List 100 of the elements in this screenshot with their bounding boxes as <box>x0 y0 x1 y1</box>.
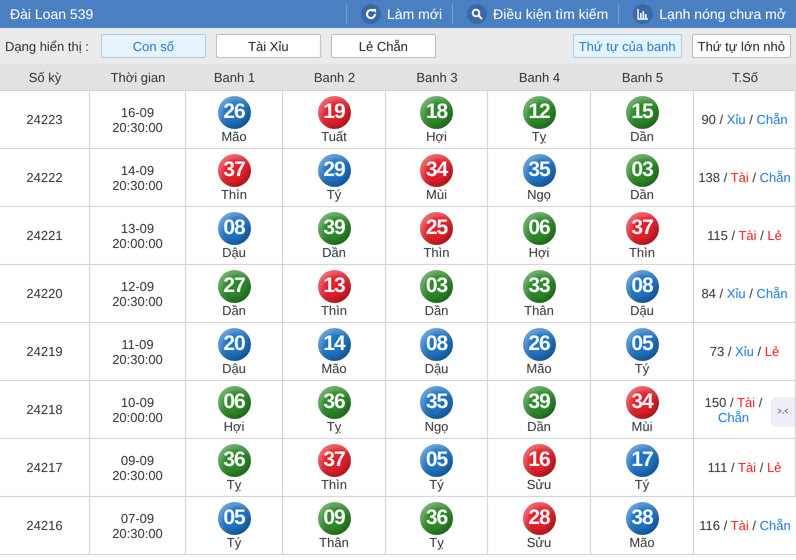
zodiac-label: Dần <box>630 186 654 202</box>
number-ball: 36 <box>318 386 350 418</box>
search-icon <box>471 8 484 20</box>
number-ball: 38 <box>626 502 658 534</box>
draw-date: 13-09 <box>120 220 154 236</box>
zodiac-label: Tý <box>226 534 242 550</box>
zodiac-label: Dậu <box>222 360 246 376</box>
zodiac-label: Dậu <box>424 360 448 376</box>
number-ball: 06 <box>522 212 556 244</box>
number-ball: 09 <box>318 502 350 534</box>
draw-date: 07-09 <box>120 510 154 526</box>
sort-order-button[interactable]: Thứ tự của banh <box>572 34 682 58</box>
total-summary: 115 / Tài / Lẻ <box>706 228 783 243</box>
number-ball: 39 <box>522 386 556 418</box>
sort-order-button[interactable]: Thứ tự lớn nhỏ <box>692 34 791 58</box>
zodiac-label: Dậu <box>630 302 654 318</box>
zodiac-label: Mão <box>321 360 347 376</box>
draw-date: 11-09 <box>121 336 154 352</box>
floating-widget[interactable] <box>771 397 795 427</box>
number-ball: 37 <box>218 154 250 186</box>
number-ball: 19 <box>318 96 350 128</box>
total-summary: 138 / Tài / Chẵn <box>697 170 792 185</box>
number-ball: 27 <box>218 270 250 302</box>
column-header: Số kỳ <box>0 64 90 91</box>
zodiac-label: Tuất <box>321 128 347 144</box>
number-ball: 17 <box>626 444 658 476</box>
zodiac-label: Thìn <box>628 244 655 260</box>
total-summary: 73 / Xỉu / Lẻ <box>708 344 780 359</box>
zodiac-label: Hợi <box>528 244 550 260</box>
zodiac-label: Tý <box>634 476 650 492</box>
total-summary: 84 / Xỉu / Chẵn <box>700 286 789 301</box>
draw-time: 20:00:00 <box>112 410 163 424</box>
display-mode-button[interactable]: Con số <box>100 34 206 58</box>
number-ball: 06 <box>218 386 250 418</box>
number-ball: 14 <box>318 328 350 360</box>
number-ball: 36 <box>218 444 250 476</box>
zodiac-label: Thìn <box>220 186 247 202</box>
zodiac-label: Dần <box>630 128 654 144</box>
header-action[interactable]: Làm mới <box>346 4 452 24</box>
zodiac-label: Tý <box>429 476 444 492</box>
draw-time: 20:00:00 <box>112 236 163 250</box>
page-title: Đài Loan 539 <box>9 6 94 22</box>
total-summary: 111 / Tài / Lẻ <box>706 460 782 475</box>
zodiac-label: Dậu <box>222 244 246 260</box>
face-icon <box>777 408 789 416</box>
number-ball: 12 <box>522 96 556 128</box>
zodiac-label: Tý <box>326 186 342 202</box>
number-ball: 08 <box>626 270 658 302</box>
draw-time: 20:30:00 <box>112 526 163 540</box>
display-mode-button[interactable]: Tài Xỉu <box>216 34 321 58</box>
draw-number: 24218 <box>26 402 63 417</box>
column-header: T.Số <box>694 64 796 91</box>
display-mode-label: Dạng hiển thị : <box>5 38 89 54</box>
number-ball: 25 <box>420 212 453 244</box>
header-action[interactable]: Điều kiện tìm kiếm <box>452 4 618 24</box>
header-action[interactable]: Lạnh nóng chưa mở <box>618 4 796 24</box>
draw-number: 24221 <box>26 228 63 243</box>
number-ball: 37 <box>318 444 350 476</box>
zodiac-label: Mão <box>221 128 247 144</box>
total-summary: 90 / Xỉu / Chẵn <box>700 112 789 127</box>
refresh-icon <box>365 8 378 20</box>
draw-time: 20:30:00 <box>112 352 163 366</box>
number-ball: 28 <box>522 502 556 534</box>
number-ball: 33 <box>522 270 556 302</box>
number-ball: 08 <box>420 328 453 360</box>
column-header: Banh 5 <box>591 64 694 91</box>
number-ball: 29 <box>318 154 350 186</box>
display-mode-button[interactable]: Lẻ Chẵn <box>330 34 436 58</box>
column-header: Banh 1 <box>186 64 283 91</box>
column-header: Banh 4 <box>488 64 591 91</box>
zodiac-label: Thìn <box>320 476 347 492</box>
number-ball: 36 <box>420 502 453 534</box>
draw-number: 24219 <box>26 344 63 359</box>
number-ball: 26 <box>522 328 556 360</box>
draw-date: 16-09 <box>120 104 154 120</box>
column-header: Banh 3 <box>386 64 488 91</box>
zodiac-label: Ngọ <box>424 418 448 434</box>
zodiac-label: Tỵ <box>226 476 242 492</box>
draw-time: 20:30:00 <box>112 120 163 134</box>
draw-date: 10-09 <box>120 394 154 410</box>
number-ball: 05 <box>626 328 658 360</box>
zodiac-label: Tý <box>634 360 650 376</box>
draw-time: 20:30:00 <box>112 178 163 192</box>
number-ball: 13 <box>318 270 350 302</box>
draw-number: 24217 <box>26 460 63 475</box>
number-ball: 03 <box>626 154 658 186</box>
zodiac-label: Mão <box>629 534 655 550</box>
zodiac-label: Mùi <box>632 418 652 434</box>
draw-date: 09-09 <box>120 452 154 468</box>
number-ball: 03 <box>420 270 453 302</box>
zodiac-label: Sửu <box>526 476 552 492</box>
number-ball: 08 <box>218 212 250 244</box>
zodiac-label: Dần <box>322 244 346 260</box>
number-ball: 16 <box>522 444 556 476</box>
zodiac-label: Thân <box>524 302 554 318</box>
zodiac-label: Thìn <box>423 244 450 260</box>
draw-time: 20:30:00 <box>112 294 163 308</box>
total-summary: 116 / Tài / Chẵn <box>698 518 792 533</box>
zodiac-label: Hợi <box>426 128 447 144</box>
zodiac-label: Thân <box>319 534 349 550</box>
